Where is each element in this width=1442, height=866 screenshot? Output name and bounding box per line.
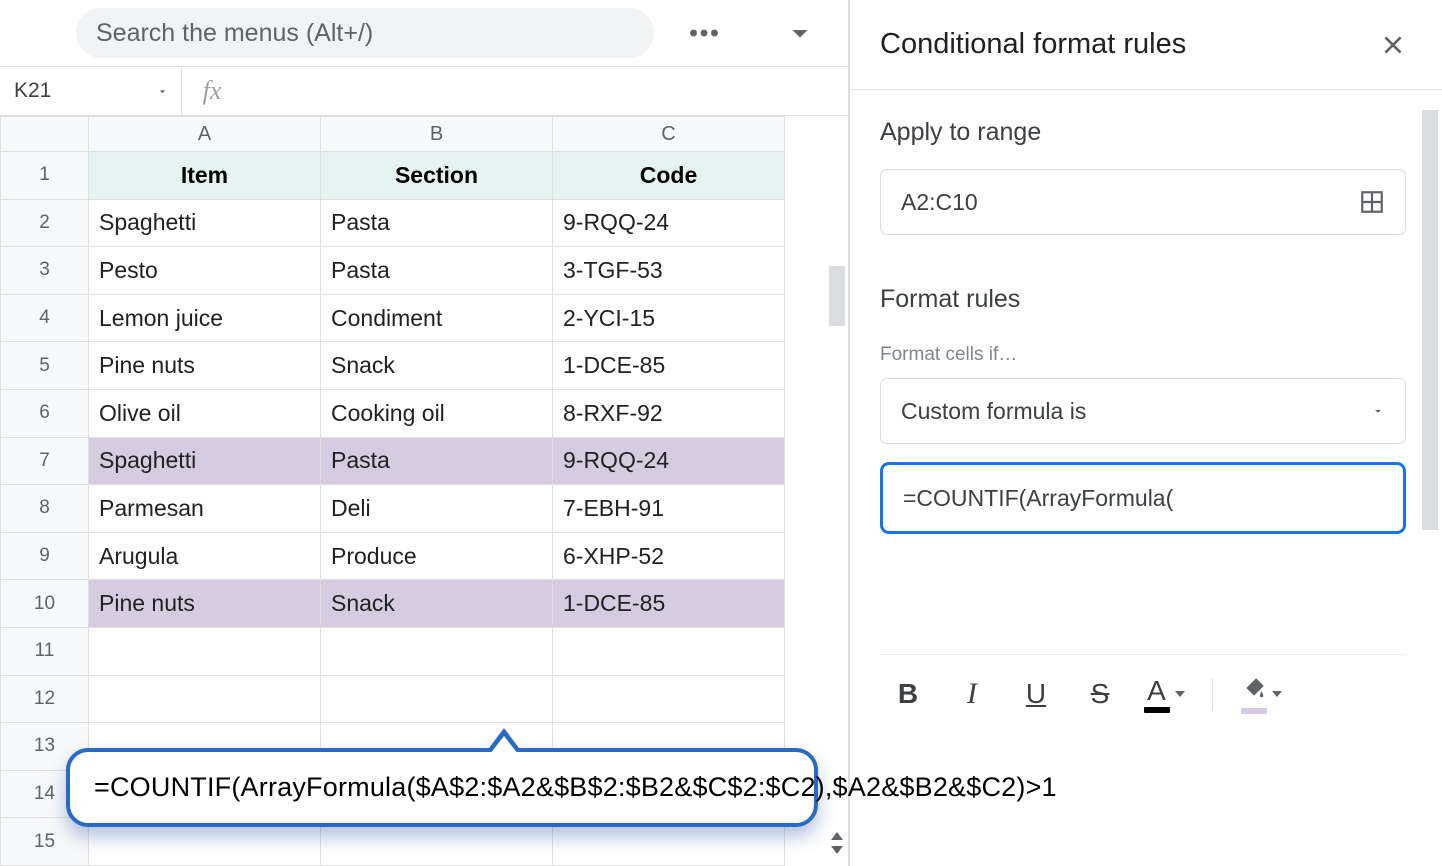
cell[interactable]: Pasta: [321, 437, 553, 485]
condition-select[interactable]: Custom formula is: [880, 378, 1406, 444]
scroll-down-icon[interactable]: [831, 846, 843, 854]
vertical-scrollbar[interactable]: [829, 256, 845, 860]
cell[interactable]: [321, 675, 553, 723]
column-title[interactable]: Item: [89, 152, 321, 200]
cell[interactable]: Parmesan: [89, 485, 321, 533]
name-box-value: K21: [14, 79, 51, 103]
column-title[interactable]: Code: [553, 152, 785, 200]
cell[interactable]: Pine nuts: [89, 580, 321, 628]
cell[interactable]: Condiment: [321, 294, 553, 342]
text-color-button[interactable]: A: [1136, 673, 1192, 715]
format-rules-label: Format rules: [880, 285, 1406, 314]
format-toolbar: B I U S A: [880, 654, 1406, 715]
menu-search-placeholder: Search the menus (Alt+/): [96, 19, 373, 48]
cell[interactable]: 9-RQQ-24: [553, 437, 785, 485]
col-header-C[interactable]: C: [553, 117, 785, 152]
formula-callout-text: =COUNTIF(ArrayFormula($A$2:$A2&$B$2:$B2&…: [94, 772, 1057, 802]
row-header[interactable]: 6: [1, 389, 89, 437]
row-header[interactable]: 15: [1, 818, 89, 866]
cell[interactable]: 3-TGF-53: [553, 247, 785, 295]
custom-formula-input[interactable]: =COUNTIF(ArrayFormula(: [880, 462, 1406, 534]
more-menu-icon[interactable]: [686, 15, 722, 51]
text-color-glyph: A: [1147, 675, 1166, 707]
custom-formula-value: =COUNTIF(ArrayFormula(: [903, 485, 1173, 512]
apply-to-range-label: Apply to range: [880, 118, 1406, 147]
row-header[interactable]: 5: [1, 342, 89, 390]
formula-callout: =COUNTIF(ArrayFormula($A$2:$A2&$B$2:$B2&…: [66, 748, 818, 827]
bold-button[interactable]: B: [880, 673, 936, 715]
row-header[interactable]: 4: [1, 294, 89, 342]
text-color-swatch: [1144, 707, 1170, 713]
cell[interactable]: [89, 675, 321, 723]
cell[interactable]: 8-RXF-92: [553, 389, 785, 437]
cell[interactable]: 2-YCI-15: [553, 294, 785, 342]
menu-search[interactable]: Search the menus (Alt+/): [76, 8, 654, 58]
formula-bar[interactable]: [242, 67, 848, 115]
condition-select-value: Custom formula is: [901, 398, 1086, 425]
col-header-A[interactable]: A: [89, 117, 321, 152]
cell[interactable]: 9-RQQ-24: [553, 199, 785, 247]
expand-toolbar-icon[interactable]: [782, 15, 818, 51]
cell[interactable]: Lemon juice: [89, 294, 321, 342]
col-header-B[interactable]: B: [321, 117, 553, 152]
cell[interactable]: 7-EBH-91: [553, 485, 785, 533]
cell[interactable]: Spaghetti: [89, 199, 321, 247]
fx-label: fx: [182, 67, 242, 115]
panel-scrollbar-thumb[interactable]: [1422, 110, 1438, 530]
toolbar-divider: [1212, 678, 1213, 710]
cell[interactable]: Olive oil: [89, 389, 321, 437]
fill-color-button[interactable]: [1233, 673, 1289, 715]
row-header[interactable]: 7: [1, 437, 89, 485]
paint-bucket-icon: [1241, 675, 1267, 708]
row-header[interactable]: 1: [1, 152, 89, 200]
range-input[interactable]: A2:C10: [880, 169, 1406, 235]
row-header[interactable]: 9: [1, 532, 89, 580]
cell[interactable]: Snack: [321, 580, 553, 628]
panel-title: Conditional format rules: [880, 28, 1186, 61]
cell[interactable]: 6-XHP-52: [553, 532, 785, 580]
cell[interactable]: [89, 627, 321, 675]
strikethrough-button[interactable]: S: [1072, 673, 1128, 715]
name-box[interactable]: K21: [0, 67, 182, 115]
cell[interactable]: Snack: [321, 342, 553, 390]
chevron-down-icon: [1371, 404, 1385, 418]
cell[interactable]: 1-DCE-85: [553, 580, 785, 628]
scrollbar-thumb[interactable]: [829, 266, 845, 326]
row-header[interactable]: 11: [1, 627, 89, 675]
cell[interactable]: Pine nuts: [89, 342, 321, 390]
chevron-down-icon: [156, 85, 169, 98]
cell[interactable]: Cooking oil: [321, 389, 553, 437]
cell[interactable]: Pasta: [321, 247, 553, 295]
row-header[interactable]: 3: [1, 247, 89, 295]
select-all-corner[interactable]: [1, 117, 89, 152]
column-title[interactable]: Section: [321, 152, 553, 200]
cell[interactable]: Produce: [321, 532, 553, 580]
fill-color-swatch: [1241, 708, 1267, 714]
select-range-icon[interactable]: [1359, 189, 1385, 215]
close-icon: [1380, 32, 1406, 58]
italic-button[interactable]: I: [944, 673, 1000, 715]
cell[interactable]: Pasta: [321, 199, 553, 247]
underline-button[interactable]: U: [1008, 673, 1064, 715]
cell[interactable]: [321, 627, 553, 675]
cell[interactable]: 1-DCE-85: [553, 342, 785, 390]
row-header[interactable]: 12: [1, 675, 89, 723]
row-header[interactable]: 8: [1, 485, 89, 533]
cell[interactable]: Arugula: [89, 532, 321, 580]
cell[interactable]: Deli: [321, 485, 553, 533]
cell[interactable]: [553, 627, 785, 675]
row-header[interactable]: 2: [1, 199, 89, 247]
cell[interactable]: Spaghetti: [89, 437, 321, 485]
format-cells-if-hint: Format cells if…: [880, 344, 1406, 366]
cell[interactable]: [553, 675, 785, 723]
panel-scrollbar[interactable]: [1422, 110, 1438, 856]
cell[interactable]: Pesto: [89, 247, 321, 295]
close-button[interactable]: [1380, 32, 1406, 58]
range-input-value: A2:C10: [901, 189, 978, 216]
scroll-up-icon[interactable]: [831, 832, 843, 840]
row-header[interactable]: 10: [1, 580, 89, 628]
